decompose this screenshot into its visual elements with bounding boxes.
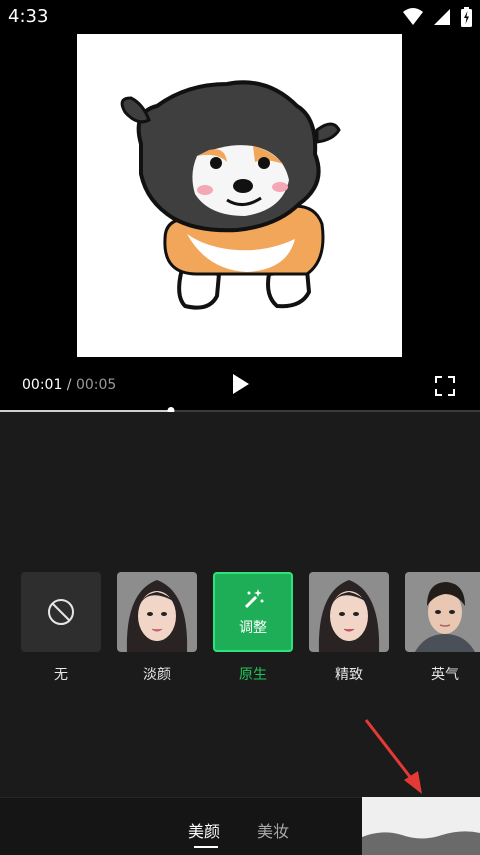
filter-label: 淡颜 [143,667,171,683]
battery-charging-icon [461,7,472,27]
status-time: 4:33 [8,6,49,27]
no-effect-icon [48,599,74,625]
total-time: 00:05 [75,377,117,393]
fullscreen-icon[interactable] [433,374,457,398]
annotation-arrow-icon [364,719,422,794]
video-frame[interactable] [77,34,402,357]
filter-label: 英气 [431,667,459,683]
filter-list: 无 淡颜 调整 原生 精致 英气 [0,572,480,692]
male-face-icon [405,572,480,652]
female-face-icon [117,572,197,652]
video-preview-area: 00:01 / 00:05 [0,34,480,411]
filter-thumb-face [309,572,389,652]
cellular-signal-icon [434,9,450,25]
filter-thumb-none [21,572,101,652]
filter-thumb-face [405,572,480,652]
filter-item-original[interactable]: 调整 原生 [213,572,293,683]
filter-item-none[interactable]: 无 [21,572,101,683]
magic-wand-icon [244,589,264,609]
filter-label-active: 原生 [239,667,267,683]
filter-label: 无 [54,667,68,683]
dog-illustration [120,80,341,310]
active-tab-indicator [194,846,218,848]
corner-overlay [362,797,480,855]
playback-time: 00:01 / 00:05 [22,377,116,393]
filter-item-heroic[interactable]: 英气 [405,572,480,683]
female-face-icon [309,572,389,652]
smudge-decoration [362,831,480,855]
filter-thumb-face [117,572,197,652]
time-separator: / [62,377,76,393]
filter-item-refined[interactable]: 精致 [309,572,389,683]
filter-thumb-adjust[interactable]: 调整 [213,572,293,652]
play-icon[interactable] [228,372,252,396]
filter-label: 精致 [335,667,363,683]
wifi-icon [403,8,423,25]
tab-makeup[interactable]: 美妆 [257,818,289,842]
status-bar: 4:33 [0,0,480,34]
filter-item-light[interactable]: 淡颜 [117,572,197,683]
adjust-label: 调整 [239,620,267,636]
current-time: 00:01 [22,377,63,393]
status-icons [403,7,472,27]
tab-beauty[interactable]: 美颜 [188,818,220,842]
